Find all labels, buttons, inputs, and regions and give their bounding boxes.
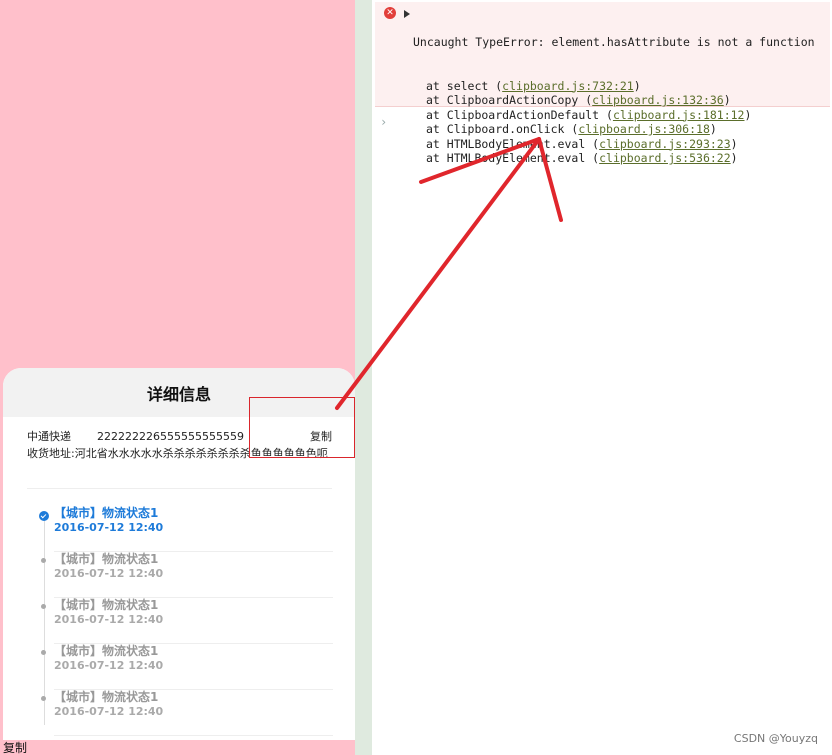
pane-separator[interactable] — [355, 0, 372, 755]
timeline-status: 【城市】物流状态1 — [54, 644, 159, 658]
stack-frame-link[interactable]: clipboard.js:732:21 — [502, 79, 634, 93]
annotation-box — [249, 397, 355, 458]
timeline-status: 【城市】物流状态1 — [54, 598, 159, 612]
expand-triangle-icon[interactable] — [404, 10, 410, 18]
screenshot-root: 详细信息 中通快递 222222226555555555559 复制 收货地址:… — [0, 0, 832, 755]
courier-name: 中通快递 — [27, 430, 71, 443]
timeline-time: 2016-07-12 12:40 — [54, 521, 164, 534]
timeline-item: 【城市】物流状态1 2016-07-12 12:40 — [33, 506, 333, 552]
stack-frame-prefix: at ClipboardActionDefault ( — [426, 107, 613, 122]
stack-frame: at Clipboard.onClick (clipboard.js:306:1… — [413, 122, 815, 137]
error-headline: Uncaught TypeError: element.hasAttribute… — [413, 35, 815, 49]
stack-frame: at select (clipboard.js:732:21) — [413, 79, 815, 94]
stack-frame-link[interactable]: clipboard.js:306:18 — [578, 122, 710, 136]
sheet-title: 详细信息 — [146, 384, 211, 404]
check-circle-icon — [39, 511, 49, 521]
timeline-dot-icon — [41, 650, 46, 655]
stack-frame-suffix: ) — [730, 151, 738, 165]
console-error-message: ✕ Uncaught TypeError: element.hasAttribu… — [375, 2, 830, 165]
timeline-time: 2016-07-12 12:40 — [54, 659, 164, 672]
devtools-console: ✕ Uncaught TypeError: element.hasAttribu… — [372, 0, 832, 755]
timeline-item: 【城市】物流状态1 2016-07-12 12:40 — [33, 598, 333, 644]
timeline-dot-icon — [41, 696, 46, 701]
timeline-status: 【城市】物流状态1 — [54, 552, 159, 566]
stack-frame-prefix: at Clipboard.onClick ( — [426, 122, 579, 136]
stack-frame-prefix: at ClipboardActionCopy ( — [426, 93, 593, 107]
timeline-time: 2016-07-12 12:40 — [54, 613, 164, 626]
stack-frame-prefix: at HTMLBodyElement.eval ( — [426, 151, 600, 165]
stack-frame: at HTMLBodyElement.eval (clipboard.js:29… — [413, 137, 815, 152]
stack-frame-suffix: ) — [723, 93, 731, 107]
stack-frame-suffix: ) — [709, 122, 717, 136]
stack-frame-prefix: at HTMLBodyElement.eval ( — [426, 136, 600, 151]
timeline-time: 2016-07-12 12:40 — [54, 705, 164, 718]
watermark: CSDN @Youyzq — [733, 732, 818, 745]
timeline-item: 【城市】物流状态1 2016-07-12 12:40 — [33, 690, 333, 736]
stack-frame: at ClipboardActionCopy (clipboard.js:132… — [413, 93, 815, 108]
stack-frame-link[interactable]: clipboard.js:293:23 — [599, 137, 731, 151]
stack-frame: at ClipboardActionDefault (clipboard.js:… — [413, 108, 815, 123]
stack-frame-prefix: at select ( — [426, 78, 503, 93]
stack-frame-link[interactable]: clipboard.js:132:36 — [592, 93, 724, 107]
stack-frame-suffix: ) — [633, 78, 641, 93]
stack-frame-link[interactable]: clipboard.js:536:22 — [599, 151, 731, 165]
stack-frame-link[interactable]: clipboard.js:181:12 — [613, 108, 745, 122]
timeline-item: 【城市】物流状态1 2016-07-12 12:40 — [33, 552, 333, 598]
timeline-dot-icon — [41, 604, 46, 609]
timeline-item: 【城市】物流状态1 2016-07-12 12:40 — [33, 644, 333, 690]
x-circle-icon: ✕ — [384, 7, 396, 19]
timeline-time: 2016-07-12 12:40 — [54, 567, 164, 580]
timeline-status: 【城市】物流状态1 — [54, 506, 159, 520]
logistics-timeline: 【城市】物流状态1 2016-07-12 12:40 【城市】物流状态1 2016-0… — [33, 506, 333, 736]
stack-frame-suffix: ) — [744, 107, 752, 122]
stack-frame-suffix: ) — [730, 136, 738, 151]
mobile-preview: 详细信息 中通快递 222222226555555555559 复制 收货地址:… — [0, 0, 355, 755]
timeline-dot-icon — [41, 558, 46, 563]
stack-frame: at HTMLBodyElement.eval (clipboard.js:53… — [413, 151, 815, 166]
bottom-copy-button[interactable]: 复制 — [3, 739, 27, 755]
error-text: Uncaught TypeError: element.hasAttribute… — [413, 6, 815, 166]
info-divider — [27, 488, 332, 489]
timeline-status: 【城市】物流状态1 — [54, 690, 159, 704]
console-prompt-icon[interactable]: › — [380, 115, 387, 129]
timeline-divider — [54, 735, 333, 736]
